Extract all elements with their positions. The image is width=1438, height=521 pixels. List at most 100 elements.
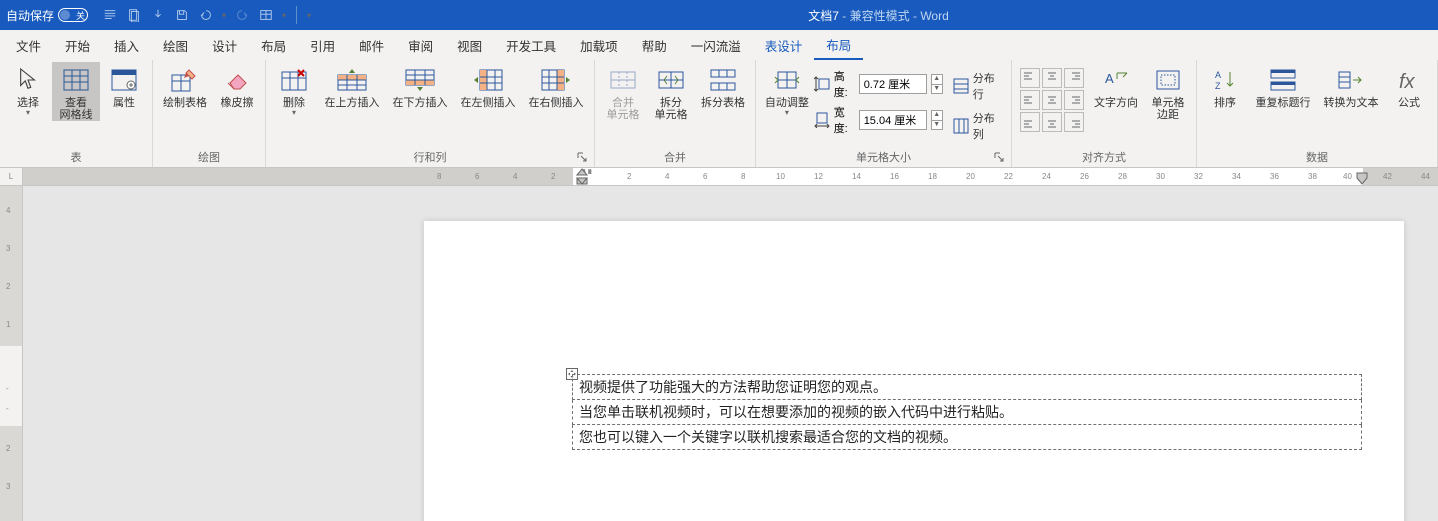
insert-above-icon — [337, 65, 367, 95]
tab-draw[interactable]: 绘图 — [151, 30, 200, 60]
redo-icon[interactable] — [234, 7, 250, 23]
text-direction-icon: A — [1101, 65, 1131, 95]
tab-mailings[interactable]: 邮件 — [347, 30, 396, 60]
insert-right-button[interactable]: 在右侧插入 — [522, 62, 590, 109]
repeat-header-button[interactable]: 重复标题行 — [1249, 62, 1317, 109]
group-draw: 绘制表格 橡皮擦 绘图 — [153, 60, 266, 167]
tab-help[interactable]: 帮助 — [630, 30, 679, 60]
autosave-switch[interactable]: 关 — [58, 8, 88, 22]
insert-below-button[interactable]: 在下方插入 — [386, 62, 454, 109]
text-direction-button[interactable]: A 文字方向 — [1088, 62, 1144, 109]
qat-table-dropdown[interactable]: ▾ — [282, 11, 286, 20]
tab-table-layout[interactable]: 布局 — [814, 30, 863, 60]
tab-devtools[interactable]: 开发工具 — [494, 30, 568, 60]
left-indent-marker[interactable] — [576, 168, 588, 186]
align-bot-left[interactable] — [1020, 112, 1040, 132]
delete-button[interactable]: 删除▾ — [270, 62, 318, 118]
ribbon-tabs: 文件 开始 插入 绘图 设计 布局 引用 邮件 审阅 视图 开发工具 加载项 帮… — [0, 30, 1438, 60]
col-width-input[interactable] — [859, 110, 927, 130]
align-mid-left[interactable] — [1020, 90, 1040, 110]
group-label-rowscols: 行和列 — [270, 149, 590, 167]
col-width-stepper[interactable]: ▲▼ — [931, 110, 943, 130]
insert-left-button[interactable]: 在左侧插入 — [454, 62, 522, 109]
undo-dropdown[interactable]: ▾ — [222, 11, 226, 20]
group-label-cellsize: 单元格大小 — [760, 149, 1007, 167]
tab-file[interactable]: 文件 — [4, 30, 53, 60]
table-cell[interactable]: 视频提供了功能强大的方法帮助您证明您的观点。 — [573, 375, 1362, 400]
tab-table-design[interactable]: 表设计 — [753, 30, 815, 60]
row-height-stepper[interactable]: ▲▼ — [931, 74, 943, 94]
document-canvas[interactable]: 视频提供了功能强大的方法帮助您证明您的观点。 当您单击联机视频时，可以在想要添加… — [23, 186, 1438, 521]
align-top-center[interactable] — [1042, 68, 1062, 88]
content-area: 4 3 2 1 - - 2 3 视频提供了功能强大的方法帮助您证明您的观点。 当… — [0, 186, 1438, 521]
document-table[interactable]: 视频提供了功能强大的方法帮助您证明您的观点。 当您单击联机视频时，可以在想要添加… — [572, 374, 1362, 450]
draw-table-button[interactable]: 绘制表格 — [157, 62, 213, 109]
split-table-icon — [708, 65, 738, 95]
svg-text:A: A — [1105, 71, 1114, 86]
properties-button[interactable]: 属性 — [100, 62, 148, 109]
view-gridlines-button[interactable]: 查看 网格线 — [52, 62, 100, 121]
launcher-rowscols[interactable] — [576, 151, 588, 163]
tab-insert[interactable]: 插入 — [102, 30, 151, 60]
align-bot-right[interactable] — [1064, 112, 1084, 132]
row-height-icon — [814, 76, 830, 92]
merge-icon — [608, 65, 638, 95]
formula-button[interactable]: fx 公式 — [1385, 62, 1433, 109]
right-indent-marker[interactable] — [1356, 168, 1368, 186]
col-width-icon — [814, 112, 830, 128]
launcher-cellsize[interactable] — [993, 151, 1005, 163]
group-label-merge: 合并 — [599, 149, 751, 167]
qat-sync-icon[interactable] — [102, 7, 118, 23]
undo-icon[interactable] — [198, 7, 214, 23]
pencil-table-icon — [170, 65, 200, 95]
align-mid-center[interactable] — [1042, 90, 1062, 110]
qat-separator — [296, 6, 297, 24]
align-mid-right[interactable] — [1064, 90, 1084, 110]
convert-to-text-button[interactable]: 转换为文本 — [1317, 62, 1385, 109]
autofit-button[interactable]: 自动调整▾ — [760, 62, 814, 118]
align-top-left[interactable] — [1020, 68, 1040, 88]
sort-button[interactable]: AZ 排序 — [1201, 62, 1249, 109]
table-cell[interactable]: 您也可以键入一个关键字以联机搜索最适合您的文档的视频。 — [573, 425, 1362, 450]
table-row: 当您单击联机视频时，可以在想要添加的视频的嵌入代码中进行粘贴。 — [573, 400, 1362, 425]
tab-home[interactable]: 开始 — [53, 30, 102, 60]
qat-table-icon[interactable] — [258, 7, 274, 23]
align-grid — [1016, 62, 1088, 132]
ruler-corner[interactable]: L — [0, 168, 23, 186]
align-top-right[interactable] — [1064, 68, 1084, 88]
split-table-button[interactable]: 拆分表格 — [695, 62, 751, 109]
align-bot-center[interactable] — [1042, 112, 1062, 132]
save-icon[interactable] — [174, 7, 190, 23]
qat-customize[interactable]: ▾ — [307, 11, 311, 20]
tab-references[interactable]: 引用 — [298, 30, 347, 60]
qat-touch-icon[interactable] — [150, 7, 166, 23]
split-cells-button[interactable]: 拆分 单元格 — [647, 62, 695, 121]
distribute-rows-button[interactable]: 分布行 — [949, 68, 1007, 104]
tab-layout[interactable]: 布局 — [249, 30, 298, 60]
sort-icon: AZ — [1210, 65, 1240, 95]
insert-above-button[interactable]: 在上方插入 — [318, 62, 386, 109]
insert-left-icon — [473, 65, 503, 95]
tab-flash[interactable]: 一闪流溢 — [679, 30, 753, 60]
cell-margins-icon — [1153, 65, 1183, 95]
insert-below-icon — [405, 65, 435, 95]
table-cell[interactable]: 当您单击联机视频时，可以在想要添加的视频的嵌入代码中进行粘贴。 — [573, 400, 1362, 425]
group-cellsize: 自动调整▾ 高度: ▲▼ 宽度: ▲▼ 分布 — [756, 60, 1012, 167]
svg-text:fx: fx — [1399, 71, 1416, 92]
autosave-toggle[interactable]: 自动保存 关 — [0, 7, 94, 24]
row-height-input[interactable] — [859, 74, 927, 94]
eraser-button[interactable]: 橡皮擦 — [213, 62, 261, 109]
qat-file-icon[interactable] — [126, 7, 142, 23]
horizontal-ruler[interactable]: 8 6 4 2 ▝▝ 2 4 6 8 10 12 14 16 18 20 22 … — [23, 168, 1438, 186]
tab-design[interactable]: 设计 — [200, 30, 249, 60]
cell-margins-button[interactable]: 单元格 边距 — [1144, 62, 1192, 121]
distribute-cols-icon — [953, 118, 969, 134]
merge-cells-button[interactable]: 合并 单元格 — [599, 62, 647, 121]
formula-icon: fx — [1394, 65, 1424, 95]
tab-addins[interactable]: 加载项 — [568, 30, 630, 60]
tab-view[interactable]: 视图 — [445, 30, 494, 60]
distribute-cols-button[interactable]: 分布列 — [949, 108, 1007, 144]
select-button[interactable]: 选择▾ — [4, 62, 52, 118]
tab-review[interactable]: 审阅 — [396, 30, 445, 60]
vertical-ruler[interactable]: 4 3 2 1 - - 2 3 — [0, 186, 23, 521]
